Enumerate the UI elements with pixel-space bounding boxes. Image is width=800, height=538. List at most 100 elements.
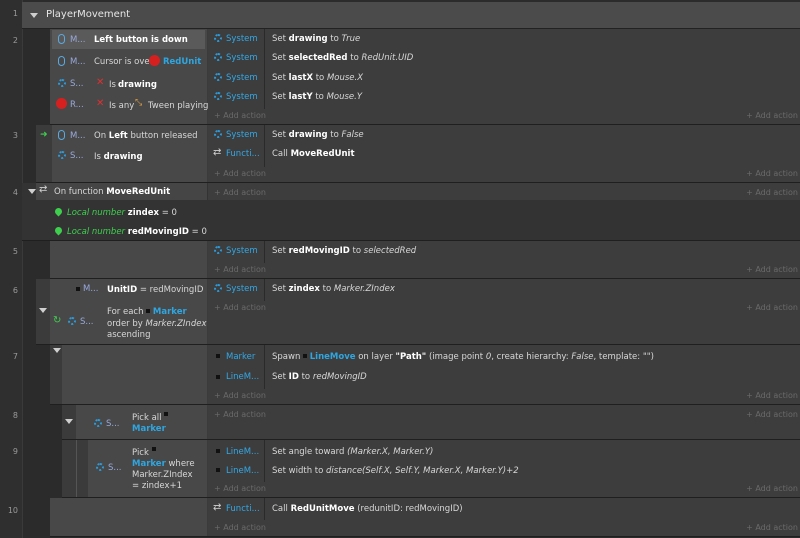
condition-text[interactable]: On Left button released bbox=[94, 131, 198, 141]
action-text[interactable]: Set zindex to Marker.ZIndex bbox=[272, 284, 395, 294]
event-block-5[interactable]: System Set redMovingID to selectedRed + … bbox=[50, 241, 800, 279]
action-object: System bbox=[226, 130, 258, 140]
marker-icon bbox=[216, 354, 220, 358]
condition-text[interactable]: Cursor is over bbox=[94, 57, 153, 67]
action-text[interactable]: Set angle toward (Marker.X, Marker.Y) bbox=[272, 447, 433, 457]
condition-text[interactable]: Is drawing bbox=[94, 152, 143, 162]
collapse-triangle-icon[interactable] bbox=[53, 348, 61, 353]
action-text[interactable]: Set redMovingID to selectedRed bbox=[272, 246, 416, 256]
function-block-moveredunit[interactable]: ⇄ On function MoveRedUnit + Add action +… bbox=[22, 183, 800, 241]
actions-column[interactable]: + Add action + Add action bbox=[208, 405, 800, 439]
action-text[interactable]: Set lastX to Mouse.X bbox=[272, 73, 363, 83]
group-header-playermovement[interactable]: PlayerMovement bbox=[22, 2, 800, 29]
linemove-icon bbox=[216, 449, 220, 453]
actions-column[interactable]: ⇄ Functi... Call RedUnitMove (redunitID:… bbox=[208, 498, 800, 536]
collapse-triangle-icon[interactable] bbox=[30, 13, 38, 18]
condition-object: R... bbox=[70, 100, 84, 110]
add-action-button[interactable]: + Add action bbox=[214, 169, 266, 178]
action-text[interactable]: Set lastY to Mouse.Y bbox=[272, 92, 362, 102]
add-action-button[interactable]: + Add action bbox=[214, 265, 266, 274]
add-action-button[interactable]: + Add action bbox=[746, 111, 798, 120]
actions-column[interactable]: System Set zindex to Marker.ZIndex + Add… bbox=[208, 279, 800, 344]
add-action-button[interactable]: + Add action bbox=[746, 265, 798, 274]
redunit-icon bbox=[149, 55, 160, 66]
event-block-8[interactable]: S... Pick all Marker + Add action + Add … bbox=[62, 405, 800, 440]
action-text[interactable]: Set drawing to False bbox=[272, 130, 364, 140]
action-object: Functi... bbox=[226, 149, 260, 159]
actions-column[interactable]: System Set drawing to False ⇄ Functi... … bbox=[208, 125, 800, 182]
row-number: 9 bbox=[12, 447, 18, 456]
action-text[interactable]: Set width to distance(Self.X, Self.Y, Ma… bbox=[272, 466, 519, 476]
redunit-icon bbox=[56, 98, 67, 109]
add-action-button[interactable]: + Add action bbox=[746, 391, 798, 400]
local-variable-icon bbox=[53, 225, 64, 236]
conditions-column[interactable] bbox=[62, 345, 207, 404]
action-text[interactable]: Set selectedRed to RedUnit.UID bbox=[272, 53, 413, 63]
actions-column[interactable]: LineM... Set angle toward (Marker.X, Mar… bbox=[208, 440, 800, 497]
function-signature[interactable]: On function MoveRedUnit bbox=[54, 187, 170, 197]
system-gear-icon bbox=[96, 463, 104, 471]
invert-x-icon: ✕ bbox=[96, 98, 105, 109]
condition-text[interactable]: UnitID = redMovingID bbox=[107, 285, 203, 295]
event-block-2[interactable]: M... Left button is down M... Cursor is … bbox=[50, 29, 800, 125]
action-text[interactable]: Call RedUnitMove (redunitID: redMovingID… bbox=[272, 504, 463, 514]
local-variable[interactable]: Local number redMovingID = 0 bbox=[67, 227, 207, 237]
event-block-9[interactable]: S... Pick Marker where Marker.ZIndex = z… bbox=[62, 440, 800, 498]
action-text[interactable]: Call MoveRedUnit bbox=[272, 149, 355, 159]
mouse-icon bbox=[58, 34, 65, 44]
collapse-triangle-icon[interactable] bbox=[28, 189, 36, 194]
system-gear-icon bbox=[68, 317, 76, 325]
condition-text[interactable]: drawing bbox=[118, 80, 157, 90]
action-text[interactable]: Spawn LineMove on layer "Path" (image po… bbox=[272, 352, 654, 362]
conditions-column[interactable] bbox=[50, 498, 207, 536]
row-number: 3 bbox=[12, 131, 18, 140]
add-action-button[interactable]: + Add action bbox=[214, 303, 266, 312]
actions-column[interactable]: Marker Spawn LineMove on layer "Path" (i… bbox=[208, 345, 800, 404]
add-action-button[interactable]: + Add action bbox=[746, 484, 798, 493]
add-action-button[interactable]: + Add action bbox=[746, 410, 798, 419]
event-block-3[interactable]: ➜ M... On Left button released S... Is d… bbox=[36, 125, 800, 183]
add-action-button[interactable]: + Add action bbox=[214, 188, 266, 197]
event-block-6[interactable]: M... UnitID = redMovingID ↻ S... For eac… bbox=[36, 279, 800, 345]
action-object: Functi... bbox=[226, 504, 260, 514]
add-action-button[interactable]: + Add action bbox=[214, 410, 266, 419]
condition-text[interactable]: For each Marker bbox=[107, 307, 187, 317]
condition-text[interactable]: Pick all bbox=[132, 412, 169, 423]
action-text[interactable]: Set ID to redMovingID bbox=[272, 372, 367, 382]
add-action-button[interactable]: + Add action bbox=[746, 523, 798, 532]
action-text[interactable]: Set drawing to True bbox=[272, 34, 360, 44]
condition-text[interactable]: Pick bbox=[132, 447, 156, 458]
conditions-column[interactable]: M... On Left button released S... Is dra… bbox=[52, 125, 207, 182]
event-block-7[interactable]: Marker Spawn LineMove on layer "Path" (i… bbox=[50, 345, 800, 405]
local-variable-icon bbox=[53, 206, 64, 217]
add-action-button[interactable]: + Add action bbox=[214, 484, 266, 493]
add-action-button[interactable]: + Add action bbox=[746, 188, 798, 197]
add-action-button[interactable]: + Add action bbox=[746, 303, 798, 312]
condition-target: RedUnit bbox=[163, 57, 202, 67]
row-number: 6 bbox=[12, 286, 18, 295]
actions-column[interactable]: System Set redMovingID to selectedRed + … bbox=[208, 241, 800, 278]
actions-column[interactable]: System Set drawing to True System Set se… bbox=[208, 29, 800, 124]
add-action-button[interactable]: + Add action bbox=[214, 523, 266, 532]
row-number: 10 bbox=[7, 506, 18, 515]
condition-text[interactable]: Tween playing bbox=[148, 101, 208, 111]
add-action-button[interactable]: + Add action bbox=[746, 169, 798, 178]
condition-prefix: Is any bbox=[109, 101, 135, 111]
conditions-column[interactable]: M... Left button is down M... Cursor is … bbox=[50, 29, 208, 124]
condition-text[interactable]: Left button is down bbox=[94, 35, 188, 45]
add-action-button[interactable]: + Add action bbox=[214, 111, 266, 120]
collapse-triangle-icon[interactable] bbox=[65, 419, 73, 424]
action-object: LineM... bbox=[226, 372, 260, 382]
conditions-column[interactable] bbox=[50, 241, 207, 278]
local-variable[interactable]: Local number zindex = 0 bbox=[67, 208, 177, 218]
system-gear-icon bbox=[214, 92, 222, 100]
conditions-column[interactable]: M... UnitID = redMovingID ↻ S... For eac… bbox=[50, 279, 207, 344]
conditions-column[interactable]: S... Pick all Marker bbox=[76, 405, 207, 439]
collapse-triangle-icon[interactable] bbox=[39, 308, 47, 313]
marker-icon bbox=[76, 287, 80, 291]
conditions-column[interactable]: S... Pick Marker where Marker.ZIndex = z… bbox=[88, 440, 207, 497]
add-action-button[interactable]: + Add action bbox=[214, 391, 266, 400]
actions-column[interactable]: + Add action + Add action bbox=[208, 183, 800, 200]
function-header[interactable]: ⇄ On function MoveRedUnit bbox=[36, 183, 207, 200]
event-block-10[interactable]: ⇄ Functi... Call RedUnitMove (redunitID:… bbox=[50, 498, 800, 537]
